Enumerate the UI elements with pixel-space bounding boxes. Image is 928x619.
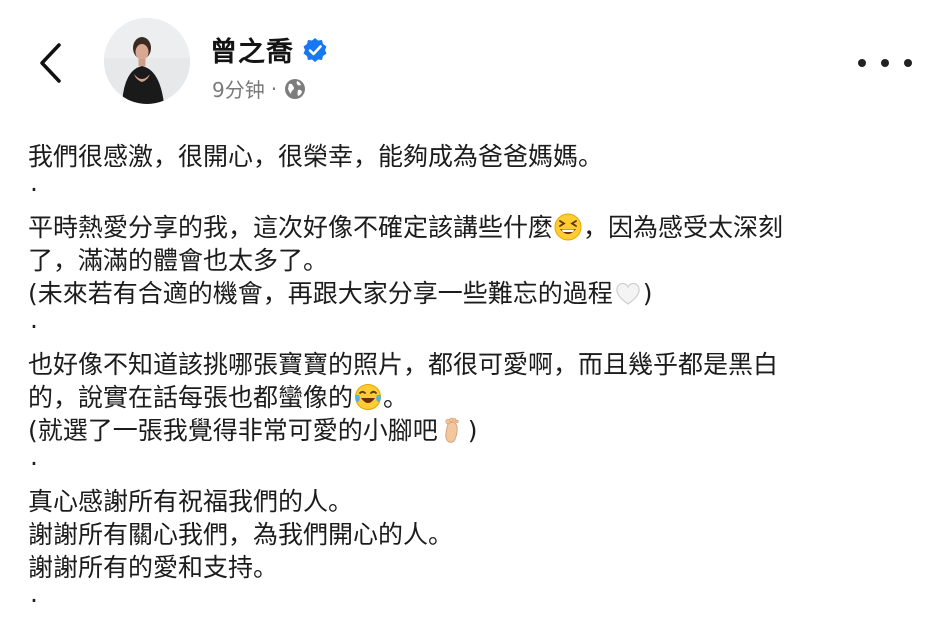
post-text: 了，滿滿的體會也太多了。 <box>28 246 329 275</box>
chevron-left-icon <box>40 43 61 83</box>
white-heart-emoji <box>616 282 640 305</box>
post-line: (未來若有合適的機會，再跟大家分享一些難忘的過程 ) <box>28 277 918 310</box>
post-text: ，因為感受太深刻 <box>583 213 784 242</box>
post-line: 謝謝所有關心我們，為我們開心的人。 <box>28 518 918 551</box>
verified-badge-icon <box>302 37 328 63</box>
post-text: 平時熱愛分享的我，這次好像不確定該講些什麼 <box>28 213 554 242</box>
foot-emoji <box>445 417 459 443</box>
post-text: (未來若有合適的機會，再跟大家分享一些難忘的過程 <box>28 279 613 308</box>
post-line: 也好像不知道該挑哪張寶寶的照片，都很可愛啊，而且幾乎都是黑白 <box>28 348 918 381</box>
post-line: 的，說實在話每張也都蠻像的 。 <box>28 381 918 414</box>
post-text: ) <box>467 416 478 445</box>
avatar-photo <box>104 18 190 104</box>
post-meta: 9分钟 · <box>212 74 307 103</box>
paragraph-dot: · <box>30 586 38 615</box>
back-button[interactable] <box>28 38 72 88</box>
post-line: 我們很感激，很開心，很榮幸，能夠成為爸爸媽媽。 <box>28 140 918 173</box>
post-line: 真心感謝所有祝福我們的人。 <box>28 485 918 518</box>
more-dot <box>904 59 912 67</box>
avatar[interactable] <box>104 18 190 104</box>
post-body: 我們很感激，很開心，很榮幸，能夠成為爸爸媽媽。 · 平時熱愛分享的我，這次好像不… <box>28 140 918 617</box>
more-dot <box>858 59 866 67</box>
post-text: 謝謝所有關心我們，為我們開心的人。 <box>28 520 454 549</box>
post-line: 謝謝所有的愛和支持。 <box>28 551 918 584</box>
post-text: 也好像不知道該挑哪張寶寶的照片，都很可愛啊，而且幾乎都是黑白 <box>28 350 779 379</box>
post-header: 曾之喬 9分钟 · <box>0 0 928 120</box>
post-line: (就選了一張我覺得非常可愛的小腳吧 ) <box>28 414 918 447</box>
post-time[interactable]: 9分钟 <box>212 74 265 103</box>
globe-icon[interactable] <box>283 77 307 101</box>
post-text: (就選了一張我覺得非常可愛的小腳吧 <box>28 416 438 445</box>
post-text: 真心感謝所有祝福我們的人。 <box>28 487 354 516</box>
paragraph-dot: · <box>30 449 38 478</box>
face-with-tears-of-joy-emoji <box>355 384 382 410</box>
paragraph-dot: · <box>30 312 38 341</box>
more-dot <box>881 59 889 67</box>
grinning-squinting-face-emoji <box>554 213 582 241</box>
post-text: 我們很感激，很開心，很榮幸，能夠成為爸爸媽媽。 <box>28 142 604 171</box>
post-text: 。 <box>383 383 409 412</box>
paragraph-dot: · <box>30 175 38 204</box>
post-line: 平時熱愛分享的我，這次好像不確定該講些什麼 ，因為感受太深刻 <box>28 211 918 244</box>
post-line: 了，滿滿的體會也太多了。 <box>28 244 918 277</box>
meta-separator: · <box>270 76 278 101</box>
post-text: 的，說實在話每張也都蠻像的 <box>28 383 354 412</box>
post-text: ) <box>642 279 653 308</box>
post-text: 謝謝所有的愛和支持。 <box>28 553 279 582</box>
more-options-icon[interactable] <box>858 48 912 78</box>
author-name[interactable]: 曾之喬 <box>210 30 294 69</box>
